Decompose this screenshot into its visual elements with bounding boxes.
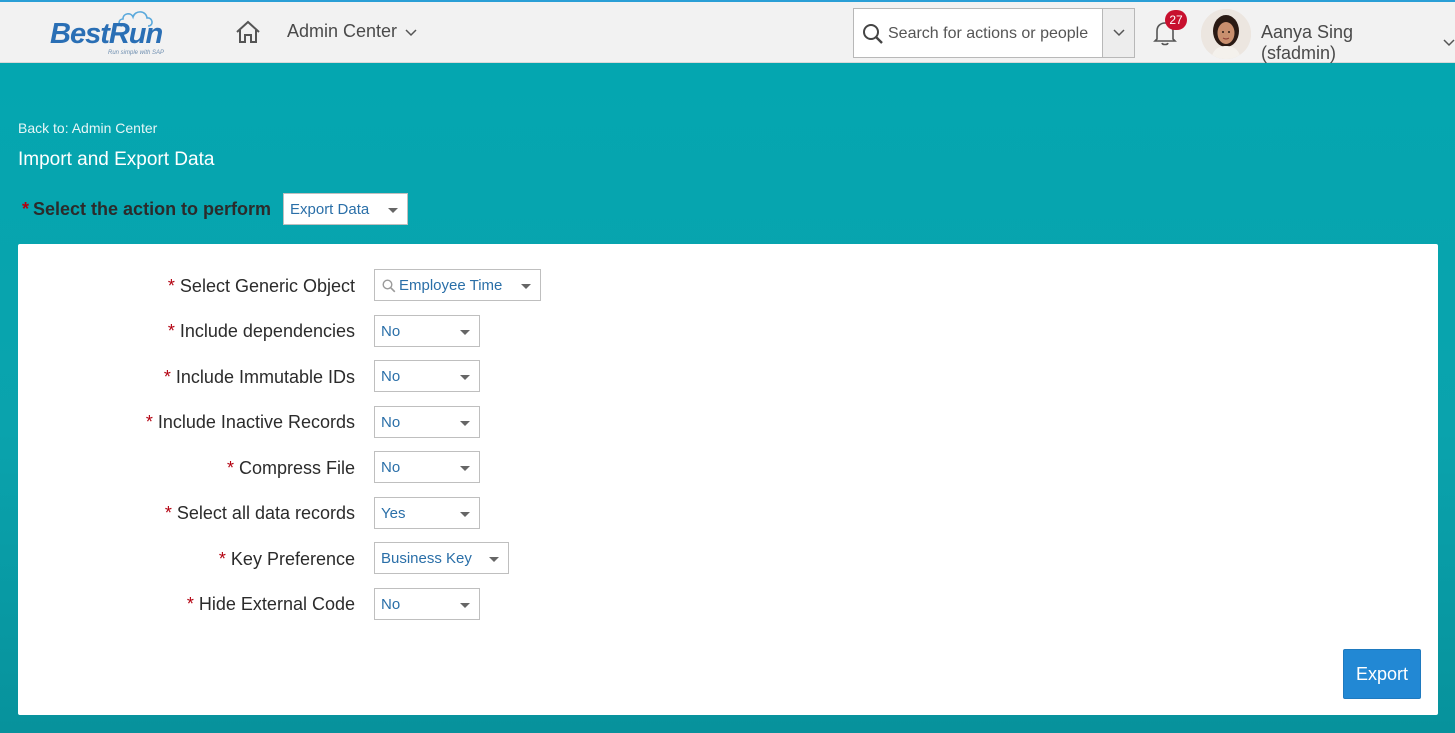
field-label-hide-external-code: * Hide External Code [187,594,355,615]
required-marker: * [22,199,30,219]
required-marker: * [167,321,175,341]
dropdown-caret-icon [460,375,470,380]
field-label-text: Include dependencies [179,321,355,341]
required-marker: * [218,549,226,569]
dropdown-caret-icon [460,512,470,517]
dropdown-caret-icon [489,557,499,562]
include-inactive-records-value: No [381,414,401,431]
action-select-value: Export Data [290,201,370,218]
include-dependencies-select[interactable]: No [374,315,480,347]
action-select[interactable]: Export Data [283,193,408,225]
export-form-card: * Select Generic Object Employee Time * In… [18,244,1438,715]
select-all-data-records-value: Yes [381,505,406,522]
action-label: * Select the action to perform [22,199,271,220]
field-label-include-immutable-ids: * Include Immutable IDs [164,367,355,388]
include-immutable-ids-value: No [381,368,401,385]
export-button[interactable]: Export [1343,649,1421,699]
user-avatar-image [1201,9,1251,59]
user-menu[interactable]: Aanya Sing (sfadmin) [1261,22,1455,64]
hide-external-code-select[interactable]: No [374,588,480,620]
required-marker: * [164,503,172,523]
field-label-include-dependencies: * Include dependencies [168,321,355,342]
field-label-text: Include Immutable IDs [175,367,355,387]
search-icon [863,24,883,44]
compress-file-select[interactable]: No [374,451,480,483]
page-content: Back to: Admin Center Import and Export … [0,63,1455,733]
required-marker: * [186,594,194,614]
field-label-compress-file: * Compress File [227,458,355,479]
field-label-select-all-data-records: * Select all data records [165,503,355,524]
home-icon[interactable] [234,19,262,45]
required-marker: * [226,458,234,478]
notification-badge: 27 [1165,10,1187,30]
required-marker: * [145,412,153,432]
logo-tagline: Run simple with SAP [108,50,165,56]
generic-object-select[interactable]: Employee Time [374,269,541,301]
bestrun-logo[interactable]: BestRun Run simple with SAP [50,8,175,58]
avatar[interactable] [1201,9,1251,59]
chevron-down-icon [1112,29,1125,37]
field-label-text: Key Preference [230,549,355,569]
include-inactive-records-select[interactable]: No [374,406,480,438]
user-name-label: Aanya Sing (sfadmin) [1261,22,1354,63]
field-label-text: Include Inactive Records [157,412,355,432]
search-scope-dropdown[interactable] [1102,9,1134,57]
hide-external-code-value: No [381,596,401,613]
dropdown-caret-icon [460,466,470,471]
field-label-text: Select all data records [176,503,355,523]
page-title: Import and Export Data [18,149,215,170]
dropdown-caret-icon [460,330,470,335]
key-preference-value: Business Key [381,550,472,567]
search-icon [382,279,396,293]
dropdown-caret-icon [460,421,470,426]
action-label-text: Select the action to perform [33,199,272,219]
field-label-text: Hide External Code [198,594,355,614]
global-search [853,8,1135,58]
include-immutable-ids-select[interactable]: No [374,360,480,392]
generic-object-value: Employee Time [399,277,503,294]
chevron-down-icon [405,29,417,37]
shell-bar: BestRun Run simple with SAP Admin Center… [0,0,1455,63]
dropdown-caret-icon [460,603,470,608]
field-label-text: Compress File [238,458,355,478]
required-marker: * [163,367,171,387]
select-all-data-records-select[interactable]: Yes [374,497,480,529]
admin-center-label: Admin Center [287,21,398,41]
include-dependencies-value: No [381,323,401,340]
field-label-generic-object: * Select Generic Object [168,276,355,297]
chevron-down-icon [1443,39,1455,47]
field-label-text: Select Generic Object [179,276,355,296]
logo-text: BestRun [50,18,163,50]
dropdown-caret-icon [521,284,531,289]
admin-center-menu[interactable]: Admin Center [287,21,417,42]
back-to-admin-center-link[interactable]: Back to: Admin Center [18,120,157,136]
field-label-key-preference: * Key Preference [219,549,355,570]
search-input[interactable] [888,21,1098,47]
required-marker: * [167,276,175,296]
key-preference-select[interactable]: Business Key [374,542,509,574]
field-label-include-inactive-records: * Include Inactive Records [146,412,355,433]
dropdown-caret-icon [388,208,398,213]
compress-file-value: No [381,459,401,476]
